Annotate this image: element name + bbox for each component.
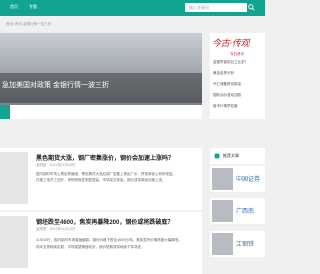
recommended-title: 推荐文章 [223, 153, 239, 158]
recommend-icon [214, 153, 220, 159]
recommended-thumbnail[interactable] [212, 233, 233, 255]
recommended-thumbnail[interactable] [212, 168, 233, 190]
nav-home[interactable]: 首页 [10, 4, 18, 10]
breadcrumb[interactable]: 首页>资讯 金融行情一览三折 [6, 22, 51, 27]
recommended-item[interactable]: 江钢铁 [210, 231, 265, 257]
recommended-thumbnail[interactable] [212, 200, 233, 222]
top-navigation-bar: 首页 专题 输入关键词 [0, 0, 265, 16]
article-card[interactable]: 钢坯跌至4600，焦炭再暴降200，钢价或将跌破底？ 谢成航 · 2021年11… [0, 212, 202, 274]
recommended-item-title[interactable]: 江钢铁 [236, 239, 254, 248]
search-placeholder: 输入关键词 [189, 5, 209, 10]
sidebar-link[interactable]: 国际油价波动加剧 [213, 93, 263, 98]
article-thumbnail[interactable] [0, 152, 28, 204]
sidebar-link[interactable]: 外汇储备再创新高 [213, 82, 263, 87]
recommended-item-title[interactable]: 广西南 [236, 206, 254, 215]
article-excerpt: 国内钢材市场上周走势偏强，黑色期货大涨后钢厂密集上调出厂价，贸易商信心有所恢复。 [36, 172, 176, 176]
search-icon[interactable] [248, 4, 255, 11]
sidebar-subtitle: 今日资讯 [230, 52, 244, 56]
banner-footer [0, 105, 202, 119]
article-card[interactable]: 黑色期货大涨，钢厂密集涨价，钢价会加速上涨吗？ 谢成航 · 2021年11月15… [0, 148, 202, 210]
recommended-header: 推荐文章 [210, 148, 265, 164]
sidebar-link[interactable]: 股市行情早知道 [213, 104, 263, 109]
article-title[interactable]: 钢坯跌至4600，焦炭再暴降200，钢价或将跌破底？ [36, 217, 173, 226]
article-thumbnail[interactable] [0, 216, 28, 268]
banner-title[interactable]: 急加美国对政策 金银行情一波三折 [2, 80, 109, 90]
recommended-item-title[interactable]: 中国证券 [236, 174, 260, 183]
site-logo: 今古·传观 [212, 39, 250, 49]
banner-accent [0, 105, 10, 119]
sidebar-link[interactable]: 金银早盘前后之比多？ [213, 60, 263, 65]
article-meta: 谢成航 · 2021年11月15日 [36, 163, 76, 167]
article-excerpt: 11月15日，国内钢材市场普遍偏弱，钢坯价格下跌至4600元/吨，焦炭现货价格再… [36, 238, 182, 242]
article-title[interactable]: 黑色期货大涨，钢厂密集涨价，钢价会加速上涨吗？ [36, 153, 174, 162]
recommended-item[interactable]: 广西南 [210, 198, 265, 224]
article-excerpt: 成本支撑继续走弱，市场观望情绪较浓，钢价短期或将继续下探寻底。 [36, 245, 145, 249]
featured-banner[interactable]: 急加美国对政策 金银行情一波三折 [0, 33, 202, 119]
recommended-item[interactable]: 中国证券 [210, 166, 265, 192]
search-input[interactable]: 输入关键词 [185, 3, 247, 12]
sidebar-news-card: 今古·传观 今日资讯 金银早盘前后之比多？ 黄金走势分析 外汇储备再创新高 国际… [210, 33, 265, 119]
article-meta: 谢成航 · 2021年11月15日 [36, 227, 76, 231]
nav-topics[interactable]: 专题 [29, 4, 37, 10]
article-excerpt: 在建工地开工回升，采购积极性明显提高，市场成交放量，钢价或将继续加速上涨。 [36, 178, 166, 182]
sidebar-link[interactable]: 黄金走势分析 [213, 71, 263, 76]
